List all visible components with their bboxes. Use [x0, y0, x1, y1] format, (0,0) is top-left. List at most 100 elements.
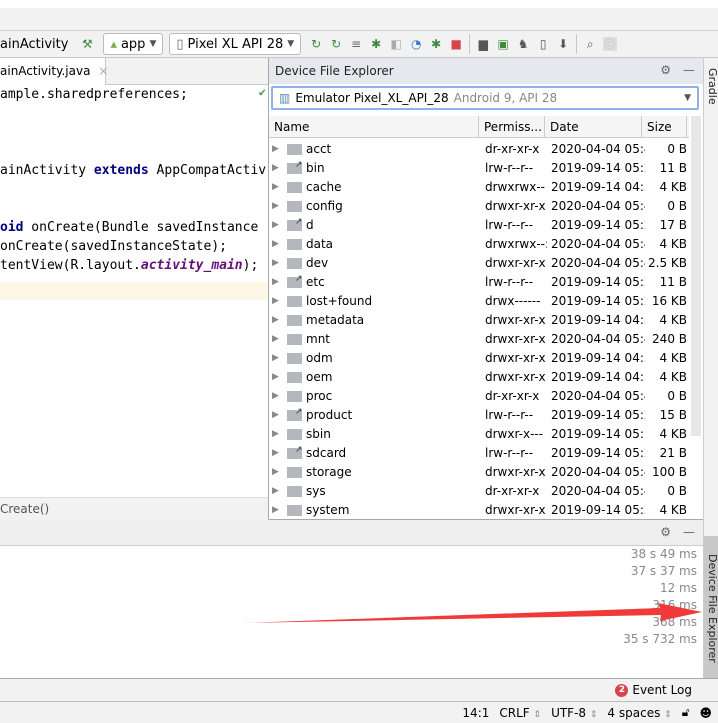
code-line: onCreate(savedInstanceState); — [0, 237, 227, 256]
file-row[interactable]: ▶ ↗ d lrw-r--r-- 2019-09-14 05:2 17 B — [269, 216, 689, 235]
file-row[interactable]: ▶ lost+found drwx------ 2019-09-14 05:2 16 K… — [269, 292, 689, 311]
tab-mainactivity[interactable]: ainActivity.java × — [0, 58, 108, 85]
file-row[interactable]: ▶ ↗ bin lrw-r--r-- 2019-09-14 05:2 11 B — [269, 159, 689, 178]
run-list-icon[interactable]: ≡ — [349, 37, 363, 51]
expand-icon[interactable]: ▶ — [272, 387, 279, 406]
stop-icon[interactable]: ■ — [449, 37, 463, 51]
file-permissions: lrw-r--r-- — [485, 408, 534, 422]
expand-icon[interactable]: ▶ — [272, 330, 279, 349]
expand-icon[interactable]: ▶ — [272, 197, 279, 216]
module-select[interactable]: ▴ app ▼ — [103, 33, 164, 55]
column-size[interactable]: Size — [642, 116, 687, 138]
build-hammer-icon[interactable]: ⚒ — [80, 37, 94, 51]
attach-debugger-icon[interactable]: ✱ — [429, 37, 443, 51]
event-log-button[interactable]: 2 Event Log — [615, 683, 692, 697]
expand-icon[interactable]: ▶ — [272, 501, 279, 520]
expand-icon[interactable]: ▶ — [272, 216, 279, 235]
file-row[interactable]: ▶ acct dr-xr-xr-x 2020-04-04 05:4 0 B — [269, 140, 689, 159]
file-row[interactable]: ▶ storage drwxr-xr-x 2020-04-04 05:4 100 B — [269, 463, 689, 482]
expand-icon[interactable]: ▶ — [272, 463, 279, 482]
debug-icon[interactable]: ✱ — [369, 37, 383, 51]
folder-icon — [287, 315, 302, 326]
gear-icon[interactable]: ⚙ — [660, 525, 671, 539]
expand-icon[interactable]: ▶ — [272, 273, 279, 292]
expand-icon[interactable]: ▶ — [272, 178, 279, 197]
file-row[interactable]: ▶ odm drwxr-xr-x 2019-09-14 04:5 4 KB — [269, 349, 689, 368]
coverage-icon[interactable]: ◧ — [389, 37, 403, 51]
folder-icon — [287, 467, 302, 478]
encoding[interactable]: UTF-8 ⇕ — [551, 706, 597, 720]
device-dropdown[interactable]: ▥ Emulator Pixel_XL_API_28 Android 9, AP… — [271, 86, 699, 110]
file-row[interactable]: ▶ config drwxr-xr-x 2020-04-04 05:4 0 B — [269, 197, 689, 216]
file-row[interactable]: ▶ ↗ sdcard lrw-r--r-- 2019-09-14 05:2 21 B — [269, 444, 689, 463]
line-separator[interactable]: CRLF ⇕ — [499, 706, 541, 720]
file-size: 0 B — [667, 484, 687, 498]
code-line: oid onCreate(Bundle savedInstance — [0, 218, 258, 237]
file-row[interactable]: ▶ ↗ product lrw-r--r-- 2019-09-14 05:2 15 B — [269, 406, 689, 425]
build-time: 368 ms — [652, 615, 697, 629]
device-select[interactable]: ▯ Pixel XL API 28 ▼ — [169, 33, 302, 55]
gradle-tool-button[interactable]: Gradle — [704, 68, 718, 105]
folder-icon — [287, 258, 302, 269]
breadcrumb[interactable]: Create() — [0, 497, 268, 520]
inspector-icon[interactable]: ☻ — [699, 706, 712, 720]
file-row[interactable]: ▶ sys dr-xr-xr-x 2020-04-04 05:4 0 B — [269, 482, 689, 501]
indent[interactable]: 4 spaces ⇕ — [607, 706, 671, 720]
file-row[interactable]: ▶ cache drwxrwx-- 2019-09-14 04:5 4 KB — [269, 178, 689, 197]
caret-position[interactable]: 14:1 — [462, 706, 489, 720]
build-time: 35 s 732 ms — [623, 632, 697, 646]
file-row[interactable]: ▶ proc dr-xr-xr-x 2020-04-04 05:4 0 B — [269, 387, 689, 406]
avatar-icon[interactable]: ☺ — [603, 37, 618, 51]
file-size: 4 KB — [659, 313, 687, 327]
expand-icon[interactable]: ▶ — [272, 254, 279, 273]
file-row[interactable]: ▶ mnt drwxr-xr-x 2020-04-04 05:4 240 B — [269, 330, 689, 349]
minimize-icon[interactable]: — — [683, 525, 695, 539]
expand-icon[interactable]: ▶ — [272, 368, 279, 387]
device-file-explorer-tool-button[interactable]: Device File Explorer — [704, 536, 718, 681]
expand-icon[interactable]: ▶ — [272, 349, 279, 368]
avd-manager-icon[interactable]: ▯ — [536, 37, 550, 51]
expand-icon[interactable]: ▶ — [272, 235, 279, 254]
expand-icon[interactable]: ▶ — [272, 292, 279, 311]
file-row[interactable]: ▶ oem drwxr-xr-x 2019-09-14 04:5 4 KB — [269, 368, 689, 387]
file-size: 2.5 KB — [648, 256, 687, 270]
expand-icon[interactable]: ▶ — [272, 425, 279, 444]
sdk-manager-icon[interactable]: ⬇ — [556, 37, 570, 51]
sync-gradle-icon[interactable]: ♞ — [516, 37, 530, 51]
file-row[interactable]: ▶ ↗ etc lrw-r--r-- 2019-09-14 05:2 11 B — [269, 273, 689, 292]
expand-icon[interactable]: ▶ — [272, 482, 279, 501]
file-size: 15 B — [659, 408, 687, 422]
lock-icon[interactable]: 🔓︎ — [682, 705, 690, 720]
tab-label: ainActivity.java — [0, 64, 91, 78]
expand-icon[interactable]: ▶ — [272, 140, 279, 159]
current-line-highlight — [0, 282, 268, 300]
code-token: oid — [0, 220, 24, 235]
apply-code-changes-icon[interactable]: ↻ — [329, 37, 343, 51]
code-token: ); — [242, 258, 259, 273]
profile-icon[interactable]: ◔ — [409, 37, 423, 51]
file-row[interactable]: ▶ sbin drwxr-x--- 2019-09-14 05:1 4 KB — [269, 425, 689, 444]
close-icon[interactable]: × — [98, 64, 108, 85]
column-date[interactable]: Date — [545, 116, 642, 138]
terminal-icon[interactable]: ▣ — [496, 37, 510, 51]
file-date: 2020-04-04 05:4 — [551, 256, 645, 270]
expand-icon[interactable]: ▶ — [272, 444, 279, 463]
expand-icon[interactable]: ▶ — [272, 159, 279, 178]
search-icon[interactable]: ⌕ — [583, 37, 597, 51]
file-row[interactable]: ▶ dev drwxr-xr-x 2020-04-04 05:4 2.5 KB — [269, 254, 689, 273]
column-name[interactable]: Name — [269, 116, 479, 138]
minimize-icon[interactable]: — — [683, 63, 695, 77]
column-permissions[interactable]: Permiss... — [479, 116, 545, 138]
file-row[interactable]: ▶ metadata drwxr-xr-x 2019-09-14 04:5 4 KB — [269, 311, 689, 330]
expand-icon[interactable]: ▶ — [272, 311, 279, 330]
file-date: 2019-09-14 05:2 — [551, 446, 645, 460]
vertical-scrollbar[interactable] — [691, 116, 701, 436]
apply-changes-icon[interactable]: ↻ — [309, 37, 323, 51]
expand-icon[interactable]: ▶ — [272, 406, 279, 425]
code-editor[interactable]: ✔ ample.sharedpreferences; ainActivity ex… — [0, 85, 268, 497]
file-row[interactable]: ▶ system drwxr-xr-x 2019-09-14 05:2 4 KB — [269, 501, 689, 520]
file-row[interactable]: ▶ data drwxrwx--: 2020-04-04 05:4 4 KB — [269, 235, 689, 254]
gear-icon[interactable]: ⚙ — [660, 63, 671, 77]
project-structure-icon[interactable]: ▆ — [476, 37, 490, 51]
file-date: 2019-09-14 04:5 — [551, 351, 645, 365]
